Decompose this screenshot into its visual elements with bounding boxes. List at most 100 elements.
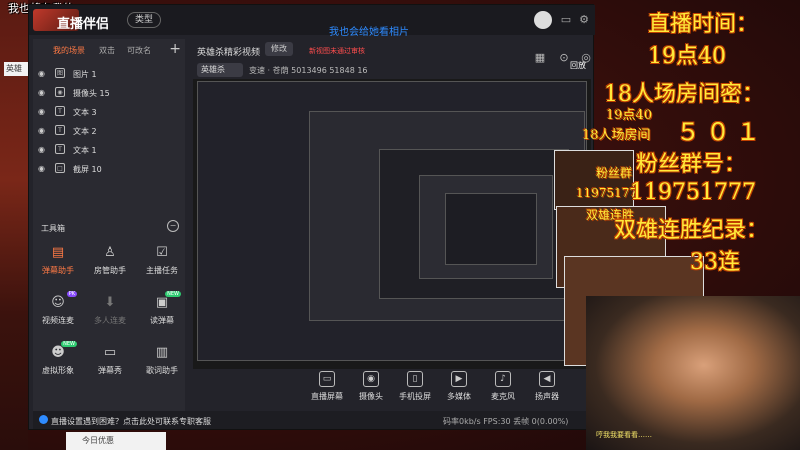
admin-icon: ♙ bbox=[104, 245, 116, 260]
layer-row[interactable]: ◉ ◉ 摄像头 15 bbox=[33, 84, 185, 102]
source-camera[interactable]: ◉ 摄像头 bbox=[351, 371, 391, 402]
taskbar-tab[interactable]: 今日优惠 bbox=[66, 432, 166, 450]
tool-lyrics[interactable]: ▥ 歌词助手 bbox=[139, 345, 185, 387]
tool-label: 弹幕秀 bbox=[98, 366, 122, 375]
tool-label: 视频连麦 bbox=[42, 316, 74, 325]
layer-type-icon: ◉ bbox=[55, 87, 65, 97]
new-badge: NEW bbox=[165, 291, 181, 297]
add-scene-button[interactable]: + bbox=[169, 41, 181, 57]
source-media[interactable]: ▶ 多媒体 bbox=[439, 371, 479, 402]
review-notice: 新视图未通过审核 bbox=[309, 47, 365, 55]
new-badge: PK bbox=[66, 291, 77, 297]
layer-type-icon: □ bbox=[55, 163, 65, 173]
task-icon: ☑ bbox=[156, 245, 168, 260]
layout-icon[interactable]: ▦ bbox=[533, 51, 547, 65]
tool-read-danmu[interactable]: NEW ▣ 读弹幕 bbox=[139, 291, 185, 337]
camera-icon: ◉ bbox=[363, 371, 379, 387]
tool-label: 多人连麦 bbox=[94, 316, 126, 325]
titlebar: 直播伴侣 类型 我也会给她看相片 ▭ ⚙ bbox=[29, 5, 595, 38]
overlay-room-password-label: 18人场房间密： bbox=[604, 82, 764, 107]
read-danmu-icon: ▣ bbox=[155, 295, 169, 310]
eye-icon[interactable]: ◉ bbox=[38, 88, 45, 97]
app-logo-text: 直播伴侣 bbox=[57, 17, 110, 32]
multi-call-icon: ⬇ bbox=[104, 295, 116, 310]
new-badge: NEW bbox=[61, 341, 77, 347]
layer-name: 图片 1 bbox=[73, 70, 97, 79]
avatar[interactable] bbox=[534, 11, 552, 29]
eye-icon[interactable]: ◉ bbox=[38, 69, 45, 78]
overlay-small: 11975177 bbox=[576, 186, 638, 200]
tool-label: 主播任务 bbox=[146, 266, 178, 275]
tab-renamable[interactable]: 可改名 bbox=[127, 45, 151, 56]
layer-row[interactable]: ◉ T 文本 2 bbox=[33, 122, 185, 140]
help-icon bbox=[39, 415, 48, 424]
tab-my-scene[interactable]: 我的场景 bbox=[53, 45, 85, 56]
collapse-icon[interactable]: − bbox=[167, 220, 179, 232]
tool-label: 歌词助手 bbox=[146, 366, 178, 375]
overlay-live-time-label: 直播时间： bbox=[648, 12, 759, 37]
danmu-show-icon: ▭ bbox=[103, 345, 117, 360]
tab-double-click[interactable]: 双击 bbox=[99, 45, 115, 56]
support-link[interactable]: 直播设置遇到困难？点击此处可联系专职客服 bbox=[51, 416, 211, 427]
source-label: 直播屏幕 bbox=[311, 392, 343, 401]
layer-row[interactable]: ◉ T 文本 3 bbox=[33, 103, 185, 121]
tool-avatar[interactable]: NEW ☻ 虚拟形象 bbox=[35, 341, 81, 387]
tool-task[interactable]: ☑ 主播任务 bbox=[139, 245, 185, 287]
tool-label: 弹幕助手 bbox=[42, 266, 74, 275]
side-label: 回放 bbox=[570, 61, 586, 70]
eye-icon[interactable]: ◉ bbox=[38, 164, 45, 173]
tool-admin[interactable]: ♙ 房管助手 bbox=[87, 245, 133, 287]
layer-type-icon: T bbox=[55, 125, 65, 135]
layer-name: 文本 1 bbox=[73, 146, 97, 155]
cam-caption: 哼我我要看看…… bbox=[596, 431, 652, 439]
layer-name: 文本 2 bbox=[73, 127, 97, 136]
tool-multi-call[interactable]: ⬇ 多人连麦 bbox=[87, 295, 133, 337]
overlay-room-password: ５０１ bbox=[676, 118, 766, 146]
layer-row[interactable]: ◉ T 文本 1 bbox=[33, 141, 185, 159]
video-call-icon: ☺ bbox=[51, 295, 65, 310]
layer-name: 文本 3 bbox=[73, 108, 97, 117]
stream-stats: 变速 · 苍荫 5013496 51848 16 bbox=[249, 66, 368, 75]
layer-name: 摄像头 15 bbox=[73, 89, 110, 98]
overlay-fan-group-label: 粉丝群号： bbox=[636, 152, 747, 177]
layer-name: 截屏 10 bbox=[73, 165, 102, 174]
modify-button[interactable]: 修改 bbox=[265, 42, 293, 56]
screen-icon: ▭ bbox=[319, 371, 335, 387]
media-icon: ▶ bbox=[451, 371, 467, 387]
layer-type-icon: T bbox=[55, 106, 65, 116]
source-label: 摄像头 bbox=[359, 392, 383, 401]
lyrics-icon: ▥ bbox=[155, 345, 169, 360]
source-label: 多媒体 bbox=[447, 392, 471, 401]
source-label: 手机投屏 bbox=[399, 392, 431, 401]
eye-icon[interactable]: ◉ bbox=[38, 107, 45, 116]
lock-icon[interactable]: ⊙ bbox=[557, 51, 571, 65]
browser-tab[interactable]: 英雄 bbox=[4, 62, 28, 76]
toolbox-title: 工具箱 bbox=[41, 224, 65, 233]
webcam-image bbox=[586, 296, 800, 450]
type-button[interactable]: 类型 bbox=[127, 12, 161, 28]
danmu-icon: ▤ bbox=[51, 245, 65, 260]
settings-icon[interactable]: ⚙ bbox=[577, 13, 591, 27]
avatar-icon: ☻ bbox=[51, 345, 65, 360]
screen: 我也将有我的 英雄 直播伴侣 类型 我也会给她看相片 ▭ ⚙ 我的场景 双击 可… bbox=[0, 0, 800, 450]
overlay-small: 18人场房间 bbox=[582, 128, 651, 143]
overlay-streak-label: 双雄连胜纪录： bbox=[614, 218, 769, 243]
source-phone[interactable]: ▯ 手机投屏 bbox=[395, 371, 435, 402]
layer-row[interactable]: ◉ 图图片 1 bbox=[33, 65, 185, 83]
tool-video-call[interactable]: PK ☺ 视频连麦 bbox=[35, 291, 81, 337]
layer-row[interactable]: ◉ □ 截屏 10 bbox=[33, 160, 185, 178]
tool-label: 房管助手 bbox=[94, 266, 126, 275]
window-title: 我也会给她看相片 bbox=[329, 27, 409, 38]
eye-icon[interactable]: ◉ bbox=[38, 126, 45, 135]
overlay-streak-count: 33连 bbox=[690, 250, 740, 275]
eye-icon[interactable]: ◉ bbox=[38, 145, 45, 154]
tool-label: 虚拟形象 bbox=[42, 366, 74, 375]
category-chip[interactable]: 英雄杀 bbox=[197, 63, 243, 77]
tool-danmu[interactable]: ▤ 弹幕助手 bbox=[35, 245, 81, 287]
source-screen[interactable]: ▭ 直播屏幕 bbox=[307, 371, 347, 402]
tool-label: 读弹幕 bbox=[150, 316, 174, 325]
chat-icon[interactable]: ▭ bbox=[559, 13, 573, 27]
layer-type-icon: 图 bbox=[55, 68, 65, 78]
tool-danmu-show[interactable]: ▭ 弹幕秀 bbox=[87, 345, 133, 387]
phone-icon: ▯ bbox=[407, 371, 423, 387]
